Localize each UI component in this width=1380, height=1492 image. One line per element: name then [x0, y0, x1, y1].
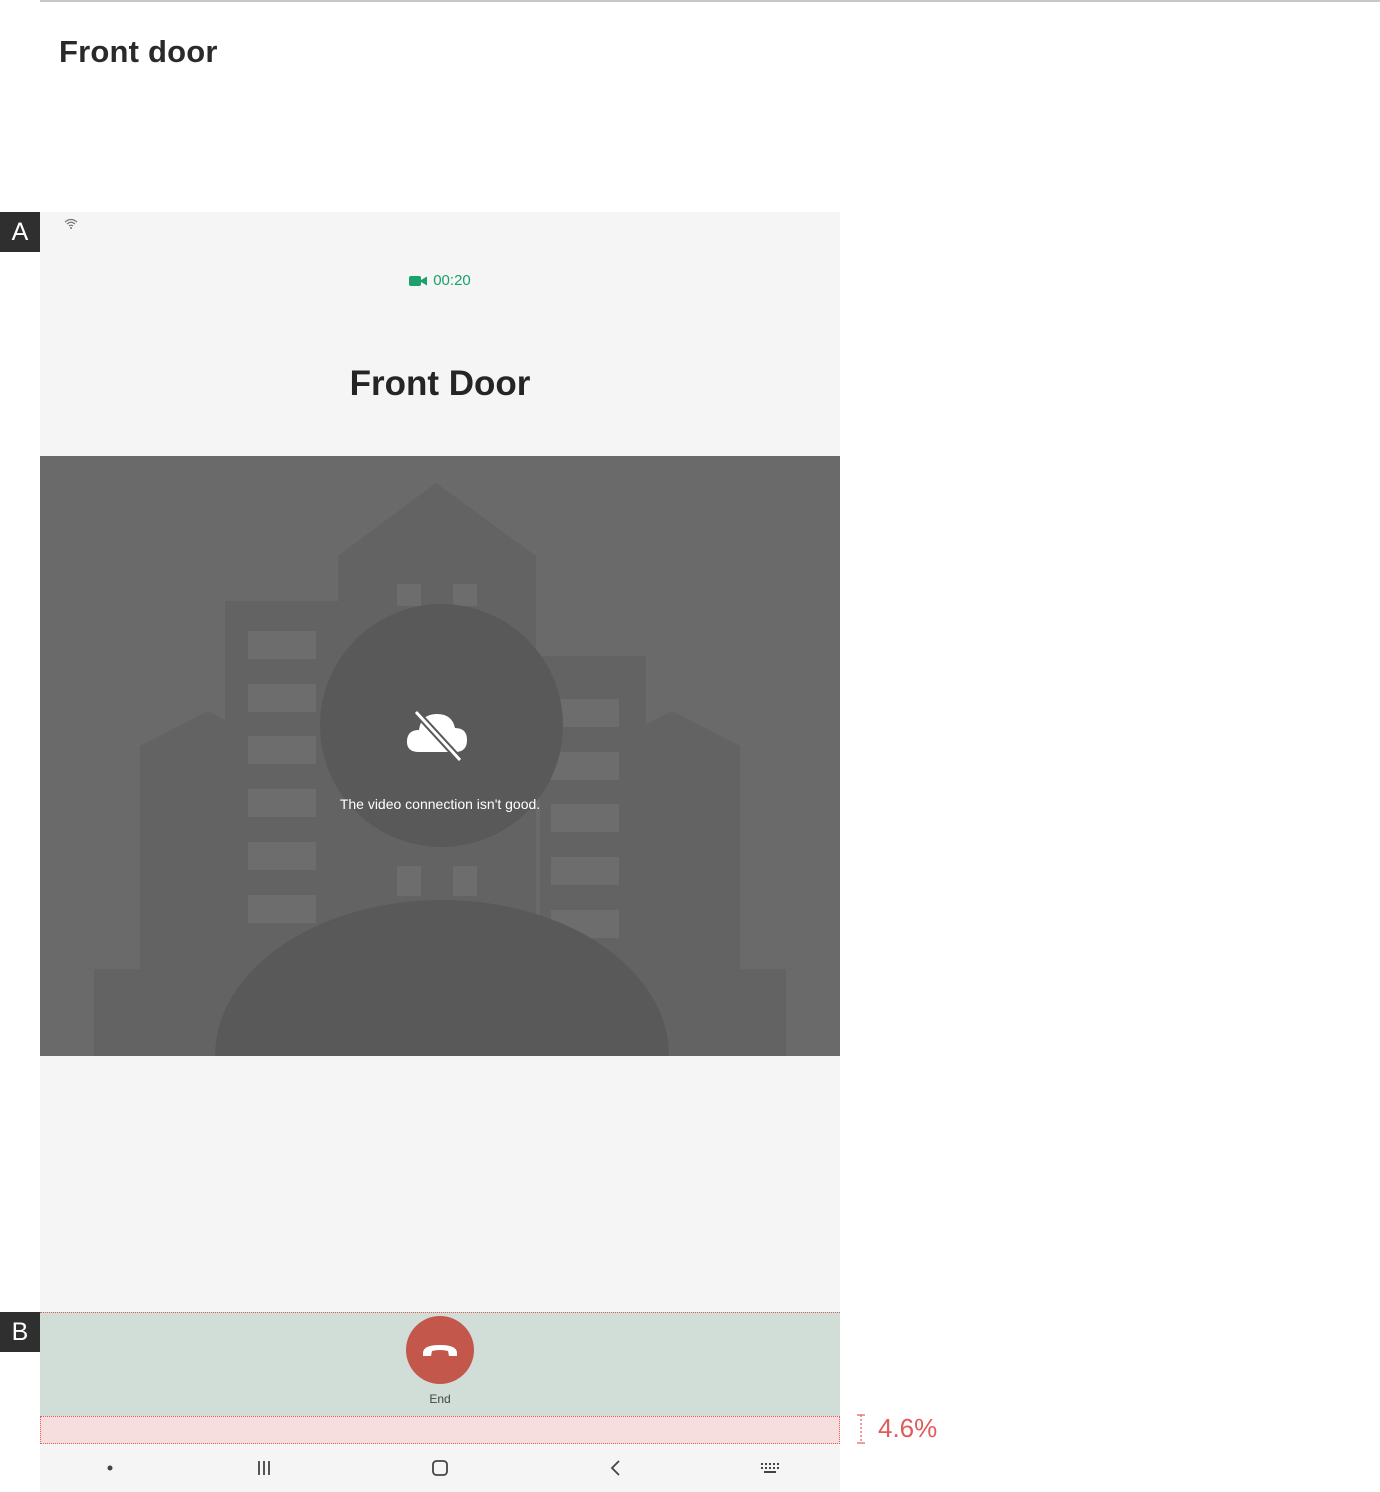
page-title: Front door [59, 34, 218, 69]
back-icon[interactable] [604, 1456, 628, 1480]
measure-bracket-icon [857, 1414, 865, 1444]
end-call-label: End [429, 1392, 451, 1406]
call-timer: 00:20 [40, 272, 840, 289]
keyboard-icon[interactable] [758, 1456, 782, 1480]
video-feed: The video connection isn't good. [40, 456, 840, 1056]
marker-a: A [0, 212, 40, 252]
system-navigation-bar [40, 1444, 840, 1492]
safe-area-highlight [40, 1416, 840, 1444]
wifi-icon [64, 218, 78, 229]
end-call-button[interactable] [406, 1316, 474, 1384]
end-call-bar: End [40, 1312, 840, 1416]
safe-area-percent: 4.6% [878, 1413, 938, 1443]
home-icon[interactable] [428, 1456, 452, 1480]
call-duration: 00:20 [433, 272, 471, 289]
top-divider [40, 0, 1380, 2]
recents-icon[interactable] [252, 1456, 276, 1480]
cloud-off-icon [406, 709, 467, 763]
phone-screen: 00:20 Front Door The video connection is… [40, 212, 840, 1492]
video-camera-icon [409, 275, 428, 286]
marker-b: B [0, 1312, 40, 1352]
connection-message: The video connection isn't good. [339, 796, 541, 812]
hang-up-icon [423, 1345, 457, 1356]
dot-icon[interactable] [98, 1456, 122, 1480]
device-name: Front Door [349, 364, 531, 403]
